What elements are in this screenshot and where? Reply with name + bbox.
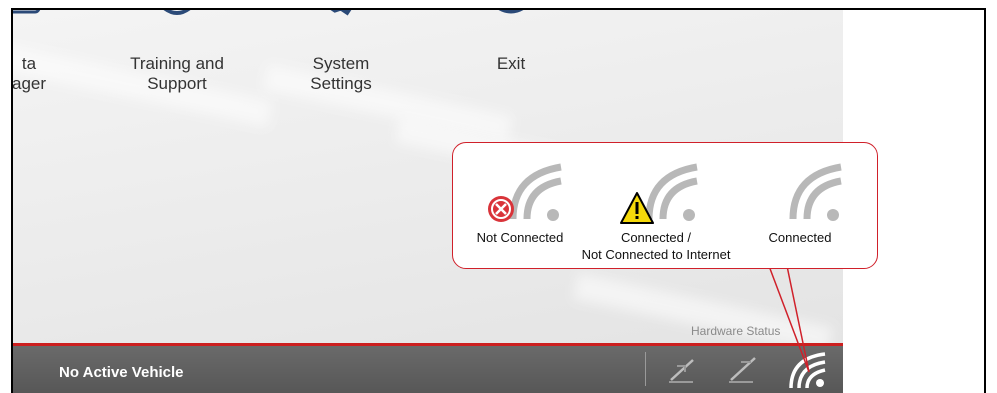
error-x-icon xyxy=(488,196,514,222)
screenshot-frame: ta ager Training and Support System Sett… xyxy=(11,8,986,393)
legend-label: Not Connected xyxy=(476,230,564,245)
wifi-icon xyxy=(488,163,562,222)
hardware-status-legend: Not Connected Connected / Not Connected … xyxy=(452,142,878,269)
legend-connected: Connected xyxy=(725,147,875,246)
legend-label: Connected / Not Connected to Internet xyxy=(581,230,731,262)
legend-label: Connected xyxy=(768,230,832,245)
wifi-icon xyxy=(620,163,698,224)
legend-partially-connected: Connected / Not Connected to Internet xyxy=(581,147,731,263)
wifi-icon xyxy=(789,163,842,221)
legend-not-connected: Not Connected xyxy=(445,147,595,246)
